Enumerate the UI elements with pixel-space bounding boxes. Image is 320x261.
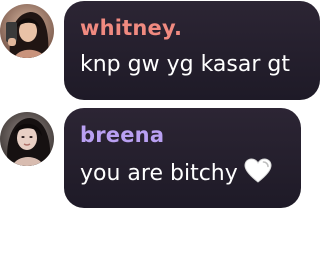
white-heart-icon-svg [244, 158, 272, 183]
avatar-image [0, 112, 54, 166]
message-text: you are bitchy [80, 161, 238, 186]
avatar-whitney[interactable] [0, 4, 54, 58]
username[interactable]: whitney. [80, 15, 320, 41]
message-text: knp gw yg kasar gt [80, 52, 290, 77]
avatar-image [0, 4, 54, 58]
avatar-breena[interactable] [0, 112, 54, 166]
message-text-line: you are bitchy [80, 158, 301, 192]
username[interactable]: breena [80, 122, 301, 148]
message-bubble: breena you are bitchy [64, 108, 301, 208]
chat-screen: whitney. knp gw yg kasar gt breena you a… [0, 0, 320, 261]
message-bubble: whitney. knp gw yg kasar gt [64, 1, 320, 100]
white-heart-icon [244, 158, 272, 192]
